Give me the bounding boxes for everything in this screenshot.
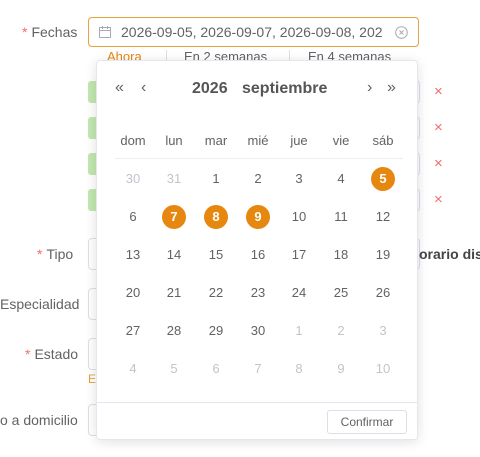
day-cell[interactable]: 14 bbox=[162, 243, 186, 267]
day-cell[interactable]: 30 bbox=[246, 319, 270, 343]
day-cell-selected[interactable]: 7 bbox=[162, 205, 186, 229]
day-cell-selected[interactable]: 9 bbox=[246, 205, 270, 229]
day-cell[interactable]: 11 bbox=[329, 205, 353, 229]
fechas-label: * Fechas bbox=[22, 24, 77, 40]
day-cell[interactable]: 9 bbox=[329, 357, 353, 381]
day-cell-selected[interactable]: 5 bbox=[371, 167, 395, 191]
footer-divider bbox=[97, 402, 417, 403]
weekday-header: jue bbox=[290, 133, 308, 148]
delete-slot-icon[interactable]: × bbox=[434, 192, 443, 207]
required-asterisk: * bbox=[25, 346, 31, 362]
day-cell[interactable]: 7 bbox=[246, 357, 270, 381]
weekday-header: mié bbox=[247, 133, 269, 148]
fechas-label-text: Fechas bbox=[31, 24, 78, 40]
day-cell-selected[interactable]: 8 bbox=[204, 205, 228, 229]
day-cell[interactable]: 20 bbox=[121, 281, 145, 305]
day-cell[interactable]: 3 bbox=[287, 167, 311, 191]
estado-label: * Estado bbox=[25, 346, 78, 362]
calendar-icon bbox=[99, 26, 111, 38]
fechas-date-input[interactable]: 2026-09-05, 2026-09-07, 2026-09-08, 2026… bbox=[88, 17, 419, 47]
day-cell[interactable]: 4 bbox=[329, 167, 353, 191]
weekday-header: lun bbox=[165, 133, 183, 148]
weekday-header: dom bbox=[120, 133, 146, 148]
fechas-value: 2026-09-05, 2026-09-07, 2026-09-08, 2026… bbox=[121, 24, 383, 40]
day-cell[interactable]: 19 bbox=[371, 243, 395, 267]
weekday-header: vie bbox=[332, 133, 350, 148]
tipo-label-text: Tipo bbox=[46, 246, 74, 262]
day-cell[interactable]: 5 bbox=[162, 357, 186, 381]
domicilio-label: o a domicilio bbox=[0, 412, 78, 428]
day-cell[interactable]: 1 bbox=[204, 167, 228, 191]
day-cell[interactable]: 15 bbox=[204, 243, 228, 267]
confirm-button[interactable]: Confirmar bbox=[327, 410, 407, 434]
day-cell[interactable]: 21 bbox=[162, 281, 186, 305]
day-cell[interactable]: 24 bbox=[287, 281, 311, 305]
date-picker-panel: « ‹ 2026 septiembre › » dom lun mar mié jue v… bbox=[96, 60, 418, 440]
delete-slot-icon[interactable]: × bbox=[434, 120, 443, 135]
day-cell[interactable]: 28 bbox=[162, 319, 186, 343]
picker-month-label[interactable]: septiembre bbox=[242, 80, 327, 98]
circle-close-icon[interactable] bbox=[395, 26, 408, 39]
day-cell[interactable]: 12 bbox=[371, 205, 395, 229]
horario-disponible-text: orario disp bbox=[419, 246, 480, 262]
day-cell[interactable]: 2 bbox=[246, 167, 270, 191]
tipo-label: * Tipo bbox=[37, 246, 73, 262]
estado-hint: E bbox=[88, 372, 97, 386]
day-cell[interactable]: 2 bbox=[329, 319, 353, 343]
day-cell[interactable]: 30 bbox=[121, 167, 145, 191]
delete-slot-icon[interactable]: × bbox=[434, 156, 443, 171]
day-cell[interactable]: 29 bbox=[204, 319, 228, 343]
next-year-button[interactable]: » bbox=[387, 79, 396, 97]
day-cell[interactable]: 10 bbox=[371, 357, 395, 381]
delete-slot-icon[interactable]: × bbox=[434, 84, 443, 99]
day-cell[interactable]: 13 bbox=[121, 243, 145, 267]
day-cell[interactable]: 31 bbox=[162, 167, 186, 191]
required-asterisk: * bbox=[22, 24, 28, 40]
day-cell[interactable]: 6 bbox=[204, 357, 228, 381]
day-cell[interactable]: 4 bbox=[121, 357, 145, 381]
weekday-divider bbox=[115, 158, 403, 159]
day-cell[interactable]: 26 bbox=[371, 281, 395, 305]
required-asterisk: * bbox=[37, 246, 43, 262]
day-cell[interactable]: 10 bbox=[287, 205, 311, 229]
weekday-header: sáb bbox=[372, 133, 394, 148]
picker-year-label[interactable]: 2026 bbox=[192, 80, 228, 98]
next-month-button[interactable]: › bbox=[367, 79, 372, 97]
day-cell[interactable]: 18 bbox=[329, 243, 353, 267]
day-cell[interactable]: 25 bbox=[329, 281, 353, 305]
day-cell[interactable]: 8 bbox=[287, 357, 311, 381]
day-cell[interactable]: 23 bbox=[246, 281, 270, 305]
day-cell[interactable]: 17 bbox=[287, 243, 311, 267]
prev-year-button[interactable]: « bbox=[115, 79, 124, 97]
day-cell[interactable]: 3 bbox=[371, 319, 395, 343]
especialidad-label: Especialidad bbox=[0, 296, 80, 312]
weekday-header: mar bbox=[204, 133, 228, 148]
day-cell[interactable]: 27 bbox=[121, 319, 145, 343]
day-cell[interactable]: 1 bbox=[287, 319, 311, 343]
estado-label-text: Estado bbox=[34, 346, 79, 362]
day-cell[interactable]: 6 bbox=[121, 205, 145, 229]
day-cell[interactable]: 16 bbox=[246, 243, 270, 267]
prev-month-button[interactable]: ‹ bbox=[141, 79, 146, 97]
day-cell[interactable]: 22 bbox=[204, 281, 228, 305]
